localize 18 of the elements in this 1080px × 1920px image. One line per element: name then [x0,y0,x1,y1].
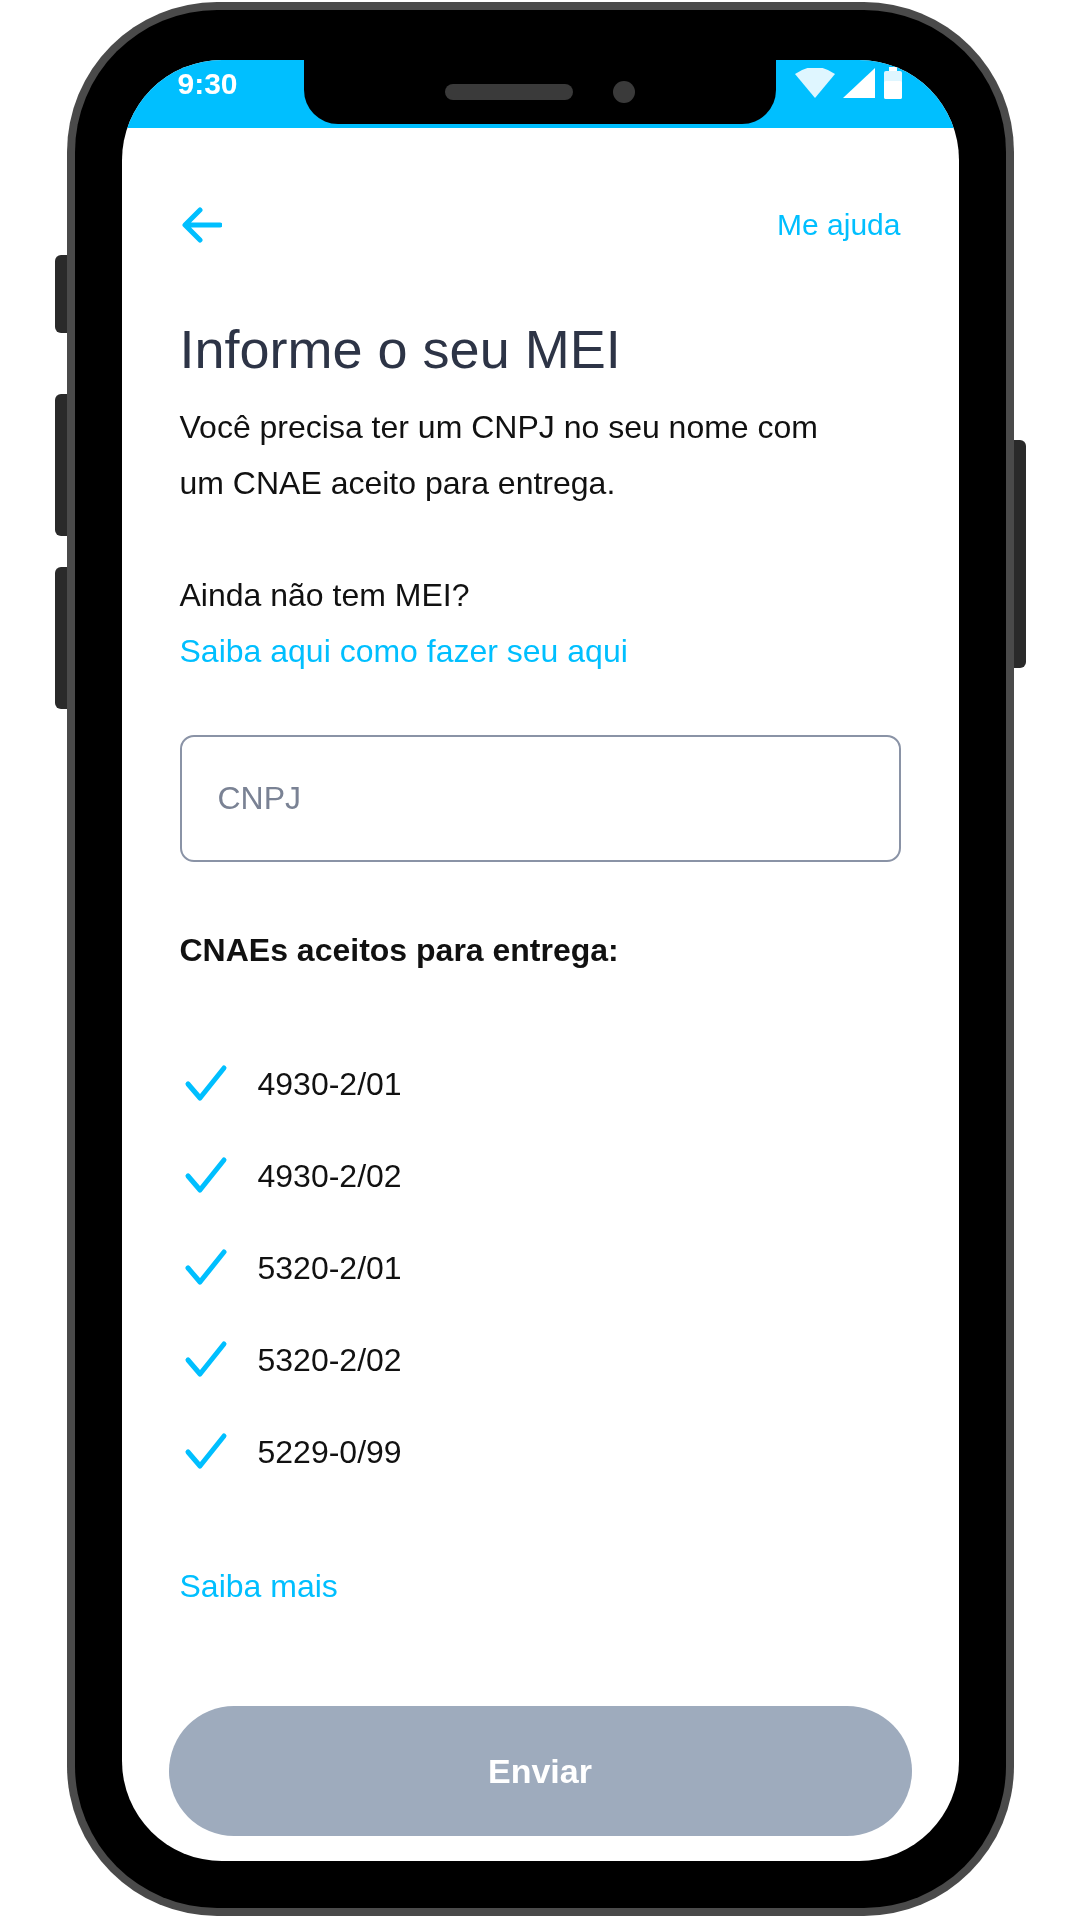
battery-icon [882,67,903,99]
learn-more-link[interactable]: Saiba mais [179,1562,338,1610]
wifi-icon [794,68,835,98]
signal-icon [842,68,875,98]
cnae-code: 5320-2/02 [257,1341,402,1380]
section-title: CNAEs aceitos para entrega: [179,931,620,970]
cnae-code: 5320-2/01 [257,1249,402,1288]
how-to-link[interactable]: Saiba aqui como fazer seu aqui [179,633,628,669]
prompt-text: Ainda não tem MEI? Saiba aqui como fazer seu aqui [179,576,629,671]
status-time: 9:30 [177,65,238,102]
cnpj-field[interactable]: CNPJ [179,735,901,862]
help-link[interactable]: Me ajuda [777,202,901,247]
cnae-code: 4930-2/02 [257,1157,402,1196]
page-title: Informe o seu MEI [179,318,622,381]
description-text: Você precisa ter um CNPJ no seu nome com um CNAE aceito para entrega. [179,408,819,503]
cnae-code: 5229-0/99 [257,1433,402,1472]
cnae-code: 4930-2/01 [257,1065,402,1104]
back-arrow-icon [181,206,222,243]
